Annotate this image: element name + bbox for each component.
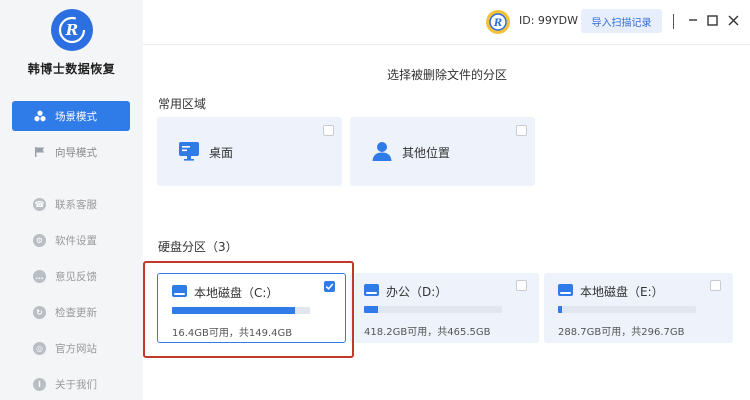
disk-checkbox[interactable] [324, 281, 335, 292]
util-about[interactable]: i 关于我们 [33, 375, 97, 393]
disk-card-e[interactable]: 本地磁盘（E:） 288.7GB可用，共296.7GB [544, 273, 733, 343]
feedback-icon: … [33, 269, 46, 283]
area-label: 其他位置 [402, 146, 451, 160]
drive-icon [558, 284, 573, 296]
header-divider [143, 44, 750, 45]
close-icon[interactable] [726, 12, 740, 28]
scenes-icon [33, 109, 47, 123]
util-website[interactable]: ◎ 官方网站 [33, 339, 97, 357]
area-checkbox[interactable] [323, 125, 334, 136]
common-areas-heading: 常用区域 [158, 97, 207, 111]
disk-capacity: 288.7GB可用，共296.7GB [558, 327, 685, 338]
disk-name: 本地磁盘（E:） [580, 285, 664, 299]
divider [673, 14, 674, 29]
disk-name: 办公（D:） [386, 285, 448, 299]
disk-usage-fill [172, 307, 295, 314]
svg-text:R: R [65, 21, 78, 39]
page-title: 选择被删除文件的分区 [387, 68, 508, 82]
maximize-icon[interactable] [705, 12, 719, 28]
desktop-icon [177, 139, 201, 163]
util-label: 意见反馈 [55, 270, 97, 283]
flag-icon [33, 145, 47, 159]
about-icon: i [33, 377, 46, 391]
disk-card-c[interactable]: 本地磁盘（C:） 16.4GB可用，共149.4GB [157, 273, 346, 343]
import-scan-record-button[interactable]: 导入扫描记录 [581, 9, 662, 33]
disk-checkbox[interactable] [710, 280, 721, 291]
util-label: 检查更新 [55, 306, 97, 319]
disk-usage-fill [364, 306, 378, 313]
disk-partitions-heading: 硬盘分区（3） [158, 240, 238, 254]
drive-icon [364, 284, 379, 296]
brand-name: 韩博士数据恢复 [27, 62, 116, 76]
util-label: 关于我们 [55, 378, 97, 391]
disk-capacity: 418.2GB可用，共465.5GB [364, 327, 491, 338]
disk-usage-fill [558, 306, 563, 313]
util-label: 官方网站 [55, 342, 97, 355]
svg-text:R: R [493, 18, 502, 29]
user-avatar[interactable]: R [486, 10, 510, 34]
nav-guide-mode[interactable]: 向导模式 [12, 137, 130, 167]
util-settings[interactable]: ⚙ 软件设置 [33, 231, 97, 249]
disk-capacity: 16.4GB可用，共149.4GB [172, 328, 293, 339]
util-label: 联系客服 [55, 198, 97, 211]
checkmark-icon [325, 283, 334, 290]
minimize-icon[interactable] [686, 12, 700, 28]
nav-label: 场景模式 [55, 110, 97, 123]
sidebar: R 韩博士数据恢复 场景模式 向导模式 ☎ 联系客服 ⚙ 软件设置 … 意见反馈… [0, 0, 143, 400]
user-id: ID: 99YDW [519, 14, 578, 27]
support-icon: ☎ [33, 197, 46, 211]
drive-icon [172, 285, 187, 297]
util-update[interactable]: ↻ 检查更新 [33, 303, 97, 321]
area-checkbox[interactable] [516, 125, 527, 136]
app-logo: R [51, 9, 93, 51]
user-icon [370, 139, 394, 163]
area-card-other[interactable]: 其他位置 [350, 117, 535, 186]
area-card-desktop[interactable]: 桌面 [157, 117, 342, 186]
disk-usage-bar [172, 307, 310, 314]
globe-icon: ◎ [33, 341, 46, 355]
util-feedback[interactable]: … 意见反馈 [33, 267, 97, 285]
disk-checkbox[interactable] [516, 280, 527, 291]
disk-usage-bar [364, 306, 502, 313]
update-icon: ↻ [33, 305, 46, 319]
nav-scene-mode[interactable]: 场景模式 [12, 101, 130, 131]
nav-label: 向导模式 [55, 146, 97, 159]
util-support[interactable]: ☎ 联系客服 [33, 195, 97, 213]
disk-usage-bar [558, 306, 696, 313]
disk-name: 本地磁盘（C:） [194, 286, 279, 300]
area-label: 桌面 [209, 146, 234, 160]
util-label: 软件设置 [55, 234, 97, 247]
settings-icon: ⚙ [33, 233, 46, 247]
disk-card-d[interactable]: 办公（D:） 418.2GB可用，共465.5GB [350, 273, 539, 343]
